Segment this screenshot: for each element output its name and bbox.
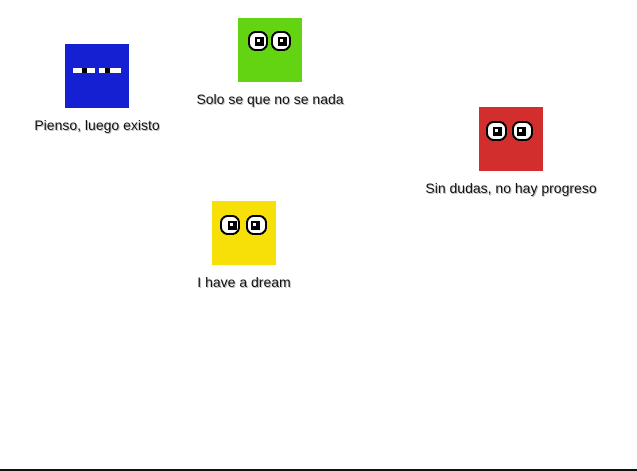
blue-character[interactable] [65,44,129,108]
game-stage: Pienso, luego existo Solo se que no se n… [0,0,637,471]
eye-right-icon [271,31,291,51]
blue-character-sprite [65,44,129,108]
eye-left-icon [220,215,240,235]
blue-character-caption: Pienso, luego existo [34,117,160,133]
yellow-character-body [212,201,276,265]
yellow-character[interactable] [212,201,276,265]
eye-left-icon [486,121,507,141]
eye-left-icon [248,31,268,51]
eye-right-icon [246,215,267,235]
closed-eye-right-icon [99,68,121,73]
blue-character-body [65,44,129,108]
yellow-character-sprite [212,201,276,265]
green-character-caption: Solo se que no se nada [196,91,344,107]
red-character-body [479,107,543,171]
green-character-sprite [238,18,302,82]
closed-eye-left-icon [73,68,95,73]
green-character[interactable] [238,18,302,82]
red-character-sprite [479,107,543,171]
yellow-character-caption: I have a dream [197,274,291,290]
green-character-body [238,18,302,82]
eye-right-icon [512,121,533,141]
red-character-caption: Sin dudas, no hay progreso [425,180,597,196]
red-character[interactable] [479,107,543,171]
